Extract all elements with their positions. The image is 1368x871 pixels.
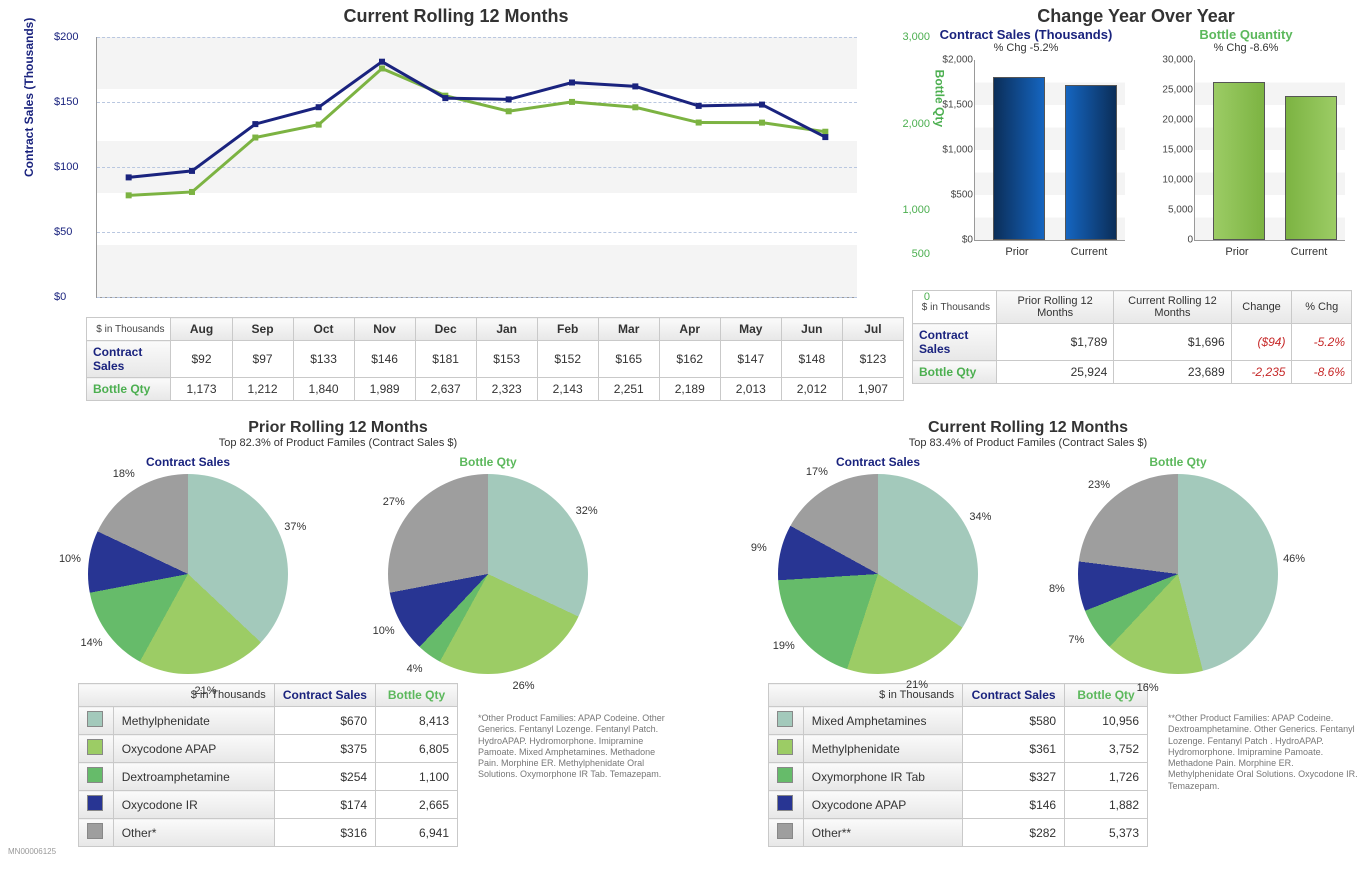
doc-id: MN00006125 bbox=[8, 847, 1360, 856]
y1-axis-label: Contract Sales (Thousands) bbox=[22, 18, 36, 177]
curr-product-table: $ in ThousandsContract SalesBottle QtyMi… bbox=[768, 683, 1148, 847]
prior-qty-pie-title: Bottle Qty bbox=[459, 455, 516, 469]
yoy-sales-sub: % Chg -5.2% bbox=[994, 42, 1059, 54]
curr-sales-pie-title: Contract Sales bbox=[836, 455, 920, 469]
yoy-qty-bar: 05,00010,00015,00020,00025,00030,000Prio… bbox=[1146, 54, 1346, 264]
yoy-sales-bar: $0$500$1,000$1,500$2,000PriorCurrent bbox=[926, 54, 1126, 264]
yoy-qty-title: Bottle Quantity bbox=[1199, 27, 1292, 42]
prior-title: Prior Rolling 12 Months bbox=[8, 419, 668, 437]
curr-sales-pie: 34%21%19%9%17% bbox=[748, 469, 1008, 679]
prior-sales-pie: 37%21%14%10%18% bbox=[58, 469, 318, 679]
yoy-sales-title: Contract Sales (Thousands) bbox=[940, 27, 1113, 42]
line-data-table: $ in ThousandsAugSepOctNovDecJanFebMarAp… bbox=[86, 317, 904, 401]
curr-qty-pie-title: Bottle Qty bbox=[1149, 455, 1206, 469]
curr-footnote: **Other Product Families: APAP Codeine. … bbox=[1168, 713, 1358, 847]
line-chart-title: Current Rolling 12 Months bbox=[8, 6, 904, 27]
yoy-title: Change Year Over Year bbox=[912, 6, 1360, 27]
yoy-table: $ in ThousandsPrior Rolling 12 MonthsCur… bbox=[912, 290, 1352, 384]
yoy-qty-sub: % Chg -8.6% bbox=[1214, 42, 1279, 54]
prior-sales-pie-title: Contract Sales bbox=[146, 455, 230, 469]
prior-qty-pie: 32%26%4%10%27% bbox=[358, 469, 618, 679]
rolling-12-line-chart: Contract Sales (Thousands) Bottle Qty $0… bbox=[18, 27, 888, 317]
prior-sub: Top 82.3% of Product Familes (Contract S… bbox=[8, 437, 668, 449]
prior-product-table: $ in ThousandsContract SalesBottle QtyMe… bbox=[78, 683, 458, 847]
curr-qty-pie: 46%16%7%8%23% bbox=[1048, 469, 1308, 679]
prior-footnote: *Other Product Families: APAP Codeine. O… bbox=[478, 713, 668, 847]
curr-sub: Top 83.4% of Product Familes (Contract S… bbox=[698, 437, 1358, 449]
curr-title: Current Rolling 12 Months bbox=[698, 419, 1358, 437]
